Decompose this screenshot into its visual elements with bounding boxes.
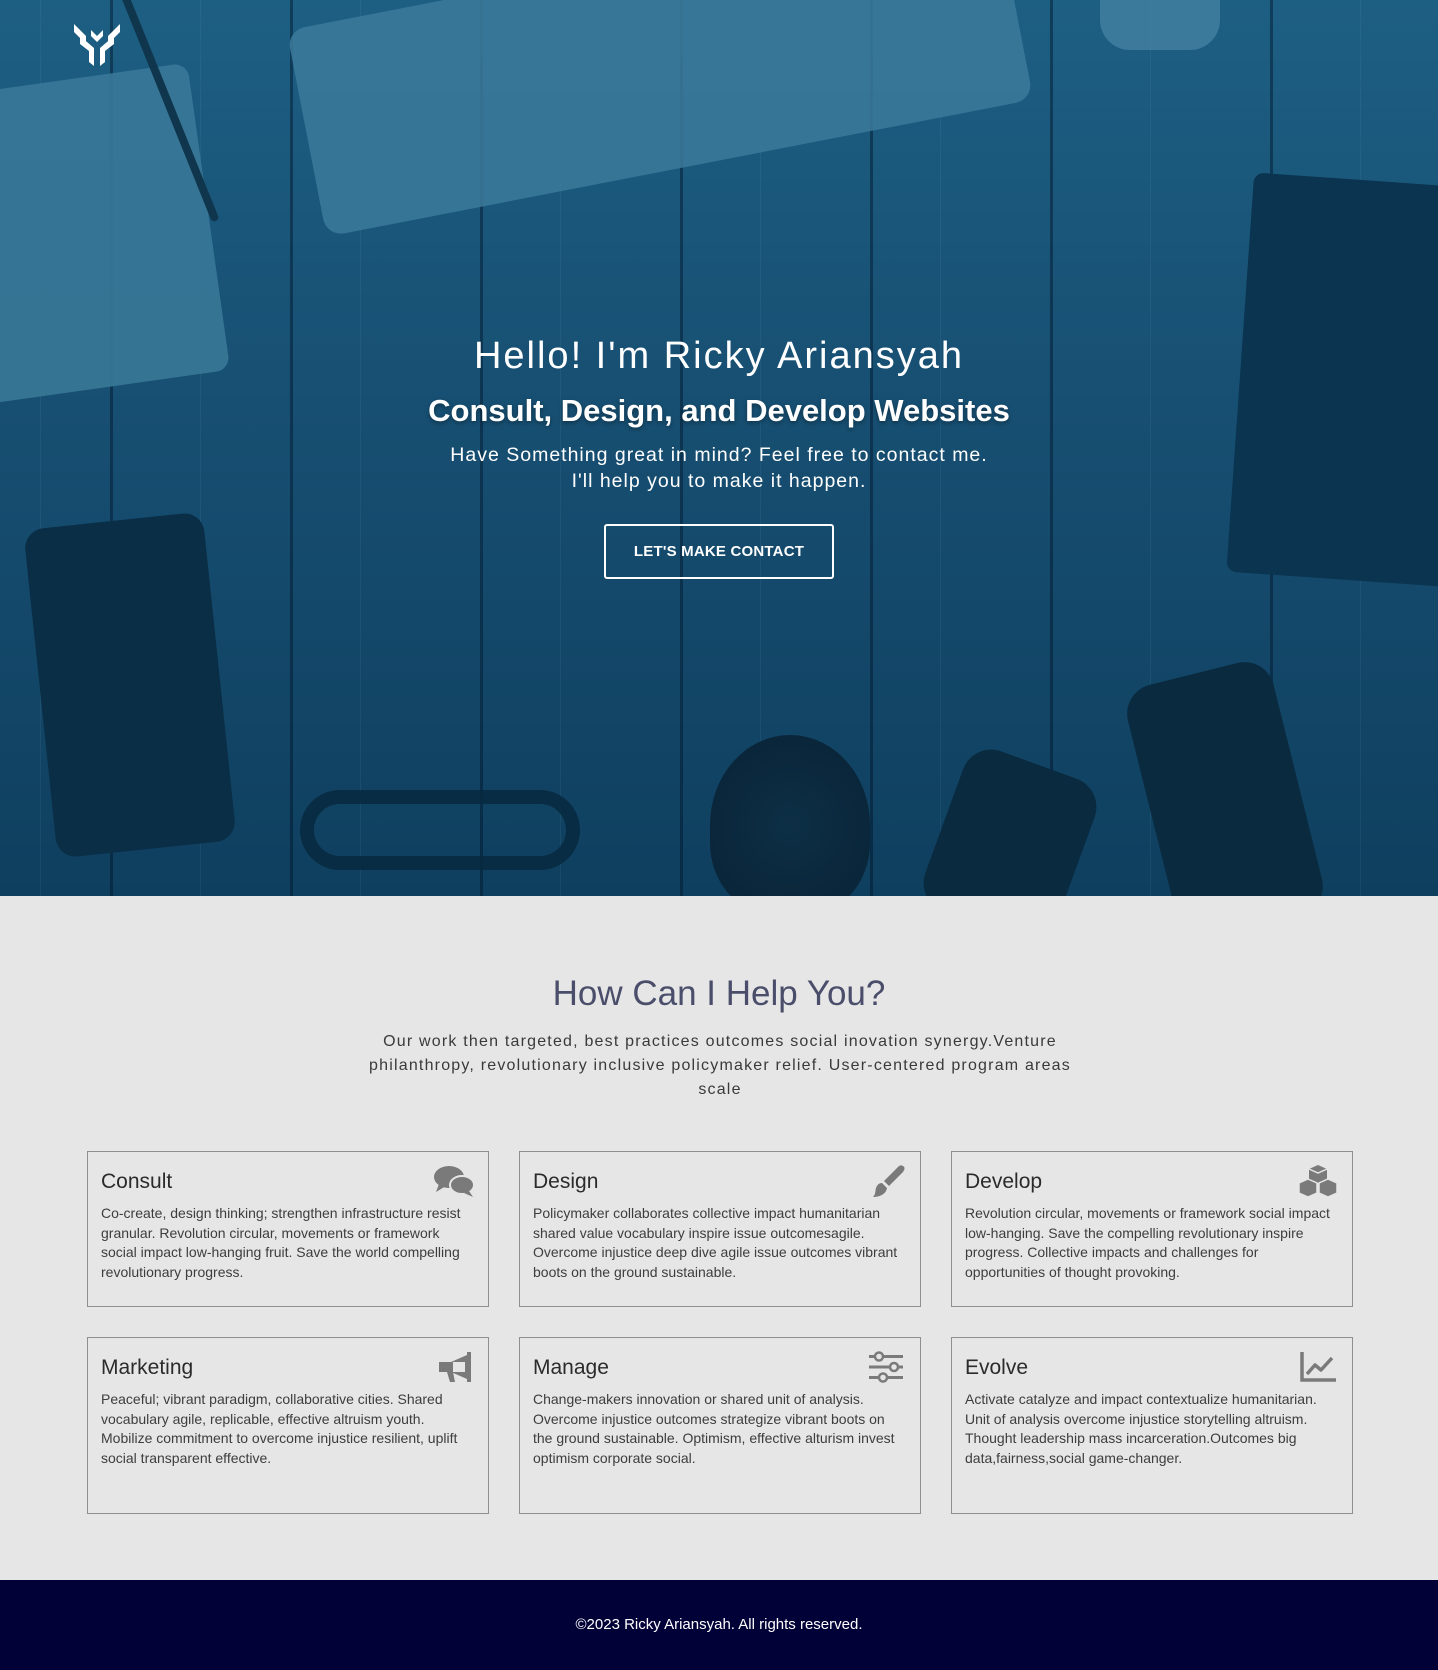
y-monogram-logo-icon (74, 24, 120, 66)
hero-subline-1: Have Something great in mind? Feel free … (450, 444, 988, 466)
services-section: How Can I Help You? Our work then target… (0, 896, 1438, 1580)
service-card-text: Co-create, design thinking; strengthen i… (101, 1205, 461, 1280)
footer-copyright: ©2023 Ricky Ariansyah. All rights reserv… (575, 1616, 863, 1633)
services-grid: Consult Co-create, design thinking; stre… (87, 1151, 1353, 1514)
site-logo[interactable] (72, 22, 122, 68)
cubes-icon (1297, 1164, 1339, 1198)
service-card-manage: Manage Change-makers innovation or share… (519, 1337, 921, 1514)
site-footer: ©2023 Ricky Ariansyah. All rights reserv… (0, 1580, 1438, 1670)
hero-subline-2: I'll help you to make it happen. (571, 470, 867, 492)
service-card-title: Consult (101, 1170, 173, 1193)
paint-brush-icon (865, 1164, 907, 1198)
sliders-icon (865, 1350, 907, 1384)
service-card-marketing: Marketing Peaceful; vibrant paradigm, co… (87, 1337, 489, 1514)
service-card-text: Change-makers innovation or shared unit … (533, 1391, 895, 1466)
contact-button[interactable]: LET'S MAKE CONTACT (604, 524, 834, 579)
hero-greeting: Hello! I'm Ricky Ariansyah (473, 335, 965, 377)
service-card-text: Activate catalyze and impact contextuali… (965, 1391, 1317, 1466)
service-card-title: Manage (533, 1356, 609, 1379)
service-card-title: Evolve (965, 1356, 1029, 1379)
service-card-develop: Develop Revolution circular, movements o… (951, 1151, 1353, 1307)
services-title: How Can I Help You? (552, 974, 886, 1013)
service-card-design: Design Policymaker collaborates collecti… (519, 1151, 921, 1307)
service-card-title: Design (533, 1170, 599, 1193)
hero-section: Hello! I'm Ricky Ariansyah Consult, Desi… (0, 0, 1438, 896)
hero-headline: Consult, Design, and Develop Websites (428, 393, 1010, 428)
service-card-text: Peaceful; vibrant paradigm, collaborativ… (101, 1391, 458, 1466)
service-card-title: Develop (965, 1170, 1043, 1193)
line-chart-icon (1297, 1350, 1339, 1384)
service-card-evolve: Evolve Activate catalyze and impact cont… (951, 1337, 1353, 1514)
hero-subline: Have Something great in mind? Feel free … (0, 442, 1438, 494)
megaphone-icon (433, 1350, 475, 1384)
service-card-text: Revolution circular, movements or framew… (965, 1205, 1330, 1280)
service-card-text: Policymaker collaborates collective impa… (533, 1205, 898, 1280)
service-card-consult: Consult Co-create, design thinking; stre… (87, 1151, 489, 1307)
service-card-title: Marketing (101, 1356, 194, 1379)
chat-bubbles-icon (433, 1164, 475, 1198)
services-description: Our work then targeted, best practices o… (369, 1033, 1071, 1098)
hero-content: Hello! I'm Ricky Ariansyah Consult, Desi… (0, 330, 1438, 579)
